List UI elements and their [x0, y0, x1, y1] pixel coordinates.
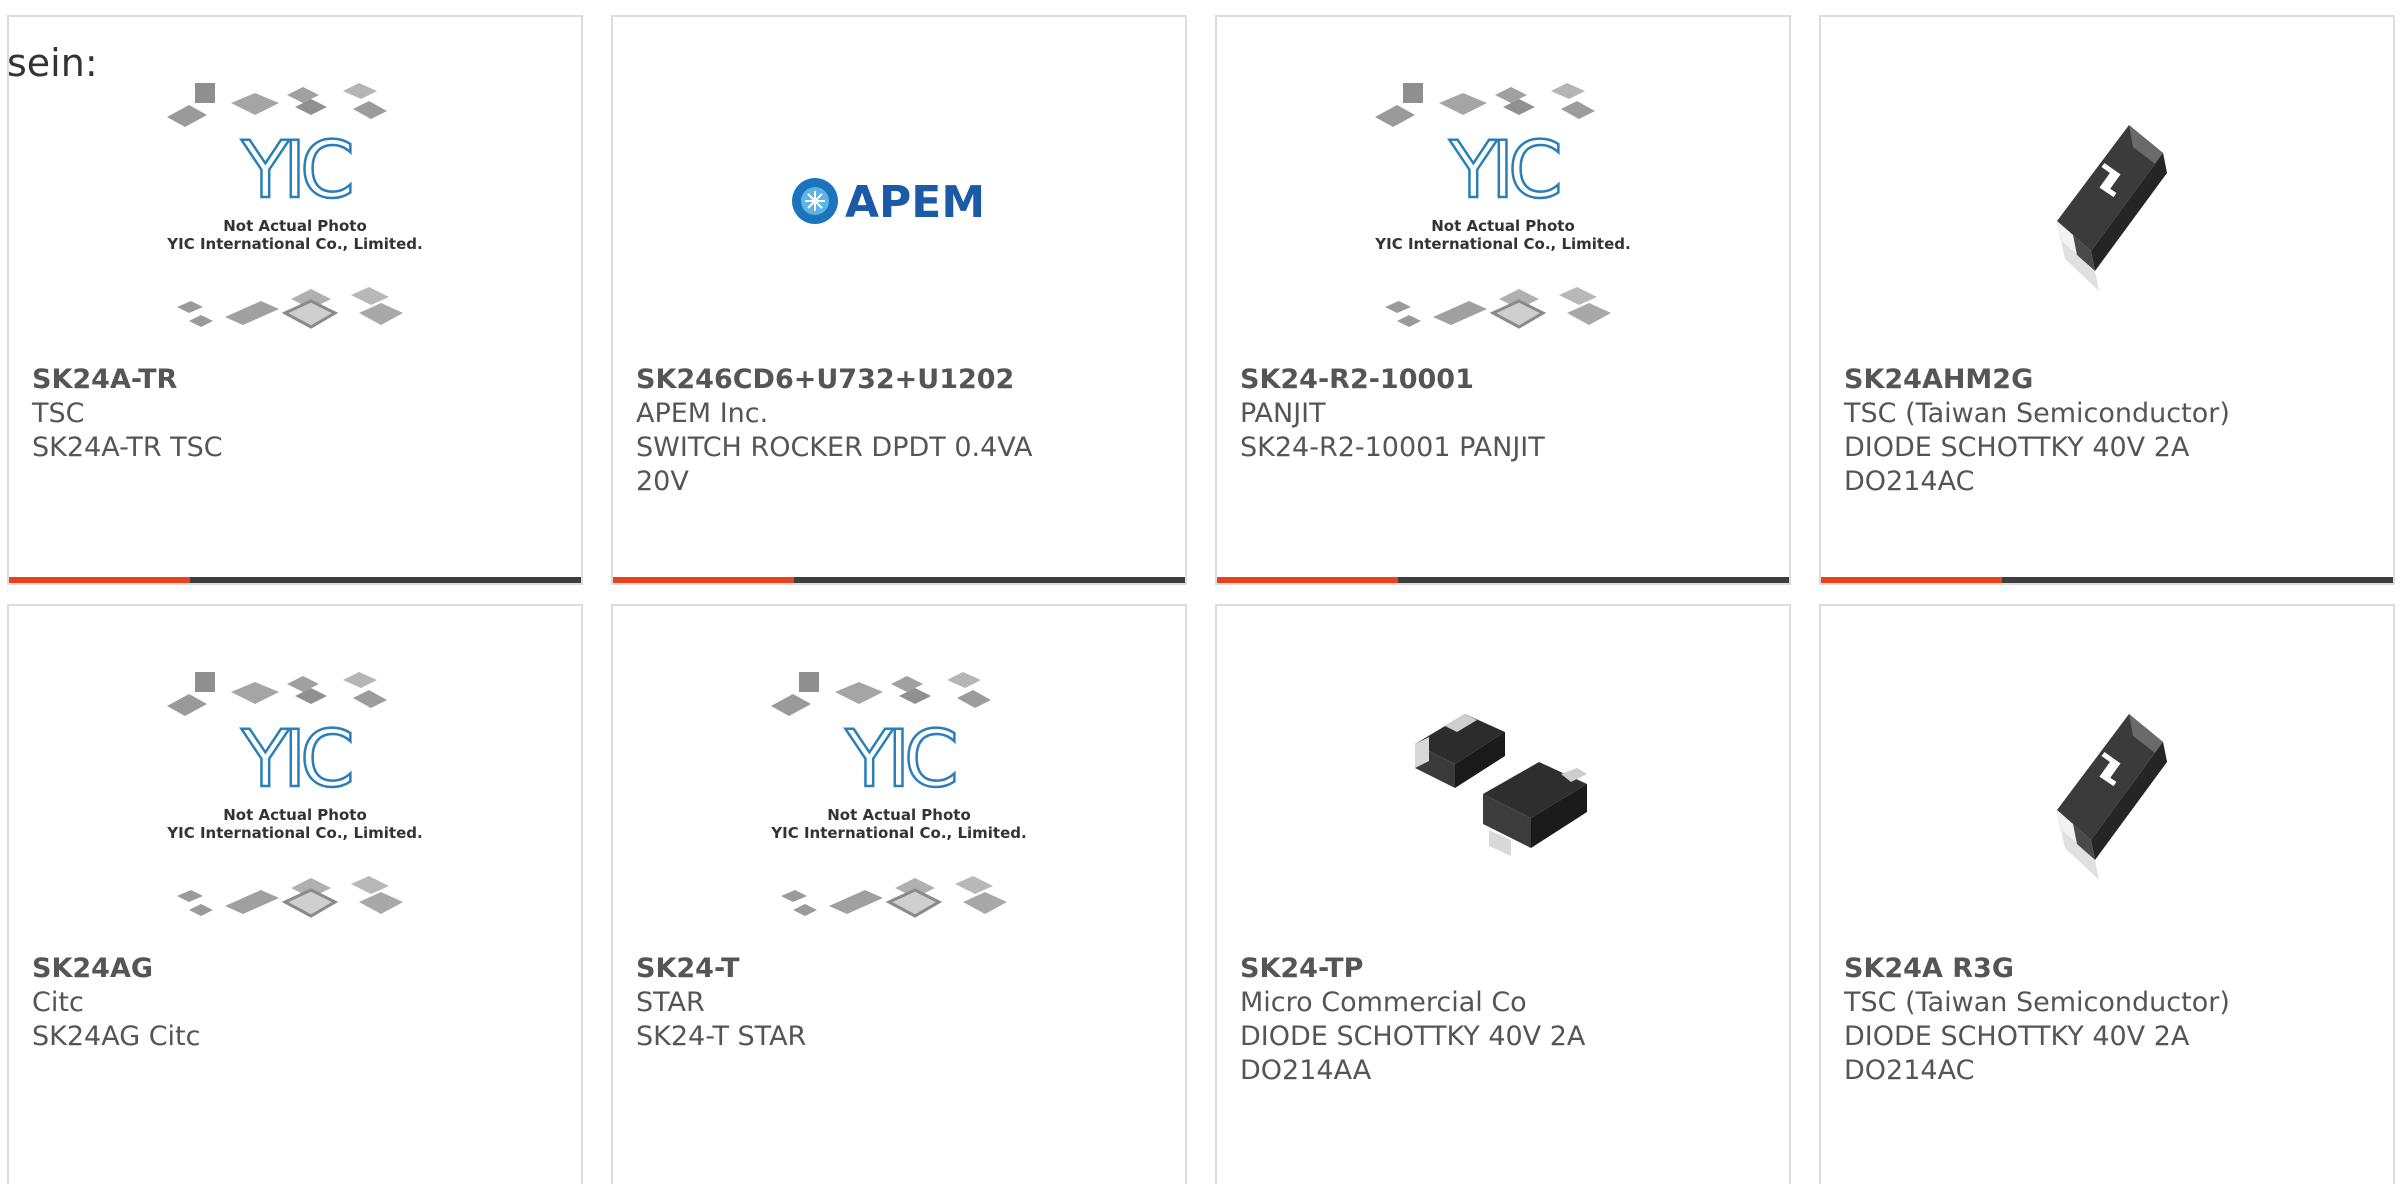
manufacturer: APEM Inc.: [636, 398, 769, 429]
product-card[interactable]: SK24A R3G TSC (Taiwan Semiconductor) DIO…: [1819, 604, 2395, 1184]
description: DIODE SCHOTTKY 40V 2A DO214AC: [1844, 432, 2190, 497]
product-card[interactable]: SK24AHM2G TSC (Taiwan Semiconductor) DIO…: [1819, 15, 2395, 585]
product-image[interactable]: YIC Not Actual Photo YIC International C…: [1217, 55, 1789, 367]
description: SK24A-TR TSC: [32, 432, 223, 463]
part-number[interactable]: SK24AHM2G: [1844, 363, 2274, 397]
manufacturer: STAR: [636, 987, 705, 1018]
description: DIODE SCHOTTKY 40V 2A DO214AA: [1240, 1021, 1586, 1086]
svg-text:APEM: APEM: [845, 177, 985, 228]
product-image[interactable]: [1821, 55, 2393, 367]
svg-text:YIC International Co., Limited: YIC International Co., Limited.: [166, 235, 422, 253]
product-image[interactable]: [1217, 644, 1789, 956]
product-card[interactable]: YIC Not Actual Photo YIC International C…: [7, 15, 583, 585]
svg-text:YIC International Co., Limited: YIC International Co., Limited.: [1374, 235, 1630, 253]
part-number[interactable]: SK24A R3G: [1844, 952, 2274, 986]
product-card[interactable]: YIC Not Actual Photo YIC International C…: [7, 604, 583, 1184]
card-accent-bar: [9, 577, 581, 583]
smd-diode-pair-icon: [1415, 714, 1587, 856]
tsc-diode-icon: [2057, 125, 2167, 291]
part-number[interactable]: SK24A-TR: [32, 363, 462, 397]
svg-text:YIC International Co., Limited: YIC International Co., Limited.: [770, 824, 1026, 842]
manufacturer: TSC (Taiwan Semiconductor): [1844, 987, 2230, 1018]
product-image[interactable]: YIC Not Actual Photo YIC International C…: [9, 55, 581, 367]
svg-text:Not Actual Photo: Not Actual Photo: [223, 217, 367, 235]
product-image[interactable]: YIC Not Actual Photo YIC International C…: [613, 644, 1185, 956]
product-image[interactable]: APEM: [613, 55, 1185, 367]
manufacturer: Citc: [32, 987, 84, 1018]
part-number[interactable]: SK24-TP: [1240, 952, 1670, 986]
part-number[interactable]: SK24AG: [32, 952, 462, 986]
product-image[interactable]: YIC Not Actual Photo YIC International C…: [9, 644, 581, 956]
product-card[interactable]: YIC Not Actual Photo YIC International C…: [611, 604, 1187, 1184]
product-image[interactable]: [1821, 644, 2393, 956]
part-number[interactable]: SK24-R2-10001: [1240, 363, 1670, 397]
svg-text:Not Actual Photo: Not Actual Photo: [827, 806, 971, 824]
svg-text:Not Actual Photo: Not Actual Photo: [223, 806, 367, 824]
svg-text:YIC: YIC: [844, 715, 955, 805]
svg-text:YIC: YIC: [240, 715, 351, 805]
yic-placeholder-icon: YIC Not Actual Photo YIC International C…: [166, 83, 423, 329]
yic-placeholder-icon: YIC Not Actual Photo YIC International C…: [770, 672, 1027, 918]
card-accent-bar: [1821, 577, 2393, 583]
description: SK24-R2-10001 PANJIT: [1240, 432, 1545, 463]
description: SK24AG Citc: [32, 1021, 201, 1052]
manufacturer: PANJIT: [1240, 398, 1326, 429]
svg-text:YIC: YIC: [1448, 126, 1559, 216]
svg-text:Not Actual Photo: Not Actual Photo: [1431, 217, 1575, 235]
yic-placeholder-icon: YIC Not Actual Photo YIC International C…: [166, 672, 423, 918]
product-card[interactable]: YIC Not Actual Photo YIC International C…: [1215, 15, 1791, 585]
description: DIODE SCHOTTKY 40V 2A DO214AC: [1844, 1021, 2190, 1086]
yic-placeholder-icon: YIC Not Actual Photo YIC International C…: [1374, 83, 1631, 329]
card-accent-bar: [1217, 577, 1789, 583]
svg-text:YIC International Co., Limited: YIC International Co., Limited.: [166, 824, 422, 842]
svg-text:YIC: YIC: [240, 126, 351, 216]
card-accent-bar: [613, 577, 1185, 583]
tsc-diode-icon: [2057, 714, 2167, 880]
manufacturer: TSC: [32, 398, 85, 429]
product-card[interactable]: APEM SK246CD6+U732+U1202 APEM Inc. SWITC…: [611, 15, 1187, 585]
manufacturer: TSC (Taiwan Semiconductor): [1844, 398, 2230, 429]
apem-logo: APEM: [792, 177, 985, 228]
manufacturer: Micro Commercial Co: [1240, 987, 1527, 1018]
description: SWITCH ROCKER DPDT 0.4VA 20V: [636, 432, 1033, 497]
product-card[interactable]: SK24-TP Micro Commercial Co DIODE SCHOTT…: [1215, 604, 1791, 1184]
description: SK24-T STAR: [636, 1021, 807, 1052]
part-number[interactable]: SK246CD6+U732+U1202: [636, 363, 1066, 397]
intro-text: sein:: [7, 41, 98, 85]
part-number[interactable]: SK24-T: [636, 952, 1066, 986]
